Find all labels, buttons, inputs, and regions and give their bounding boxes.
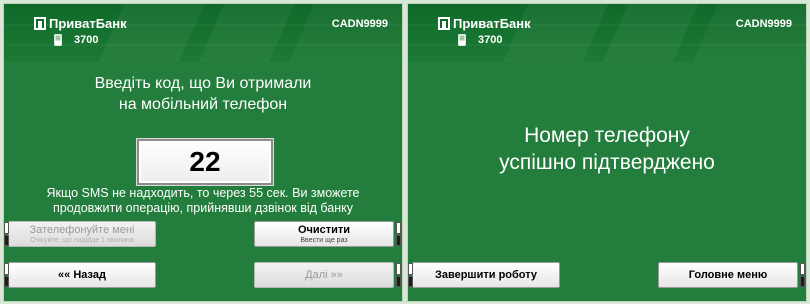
side-key-left-1[interactable] — [4, 222, 9, 246]
call-me-sublabel: Очікуйте, що надійде 1 хвилина — [30, 236, 134, 244]
main-menu-label: Головне меню — [688, 269, 768, 281]
code-prompt-line-1: Введіть код, що Ви отримали — [94, 75, 312, 92]
atm-screen-confirmation: ПриватБанк CADN9999 3700 Номер телефону … — [407, 3, 807, 302]
clear-label: Очистити — [297, 223, 351, 236]
side-key-left-2[interactable] — [408, 263, 413, 287]
support-phone-number: 3700 — [478, 34, 503, 46]
bank-logo: ПриватБанк — [438, 16, 531, 31]
mobile-phone-icon — [54, 34, 62, 46]
support-phone: 3700 — [458, 34, 502, 46]
main-menu-button[interactable]: Головне меню — [658, 262, 798, 288]
clear-button[interactable]: Очистити Ввести ще раз — [254, 221, 394, 247]
call-me-label: Зателефонуйте мені — [29, 223, 135, 236]
screen-body: Номер телефону успішно підтверджено Заве… — [408, 62, 806, 301]
call-me-button[interactable]: Зателефонуйте мені Очікуйте, що надійде … — [8, 221, 156, 247]
confirmation-message: Номер телефону успішно підтверджено — [408, 122, 806, 176]
terminal-id: CADN9999 — [735, 18, 792, 30]
code-prompt-line-2: на мобільний телефон — [118, 96, 288, 113]
side-key-right-2[interactable] — [800, 263, 805, 287]
side-key-right-1[interactable] — [396, 222, 401, 246]
sms-code-input[interactable]: 22 — [137, 139, 273, 185]
support-phone-number: 3700 — [74, 34, 99, 46]
support-phone: 3700 — [54, 34, 98, 46]
screen-header: ПриватБанк CADN9999 3700 — [408, 4, 806, 62]
header-stripes-decoration — [408, 4, 806, 62]
bank-name: ПриватБанк — [453, 16, 531, 31]
atm-screen-code-entry: ПриватБанк CADN9999 3700 Введіть код, що… — [3, 3, 403, 302]
next-button[interactable]: Далі »» — [254, 262, 394, 288]
mobile-phone-icon — [458, 34, 466, 46]
bank-logo: ПриватБанк — [34, 16, 127, 31]
back-button[interactable]: «« Назад — [8, 262, 156, 288]
code-prompt: Введіть код, що Ви отримали на мобільний… — [4, 73, 402, 115]
sms-note-line-2: продовжити операцію, прийнявши дзвінок в… — [53, 201, 353, 215]
sms-timeout-note: Якщо SMS не надходить, то через 55 сек. … — [4, 186, 402, 216]
side-key-right-2[interactable] — [396, 263, 401, 287]
finish-session-label: Завершити роботу — [434, 269, 538, 281]
privatbank-logo-icon — [34, 17, 46, 30]
confirmation-line-1: Номер телефону — [524, 124, 690, 147]
privatbank-logo-icon — [438, 17, 450, 30]
side-key-left-2[interactable] — [4, 263, 9, 287]
next-label: Далі »» — [305, 269, 343, 281]
header-stripes-decoration — [4, 4, 402, 62]
screen-body: Введіть код, що Ви отримали на мобільний… — [4, 62, 402, 301]
clear-sublabel: Ввести ще раз — [300, 236, 348, 244]
confirmation-line-2: успішно підтверджено — [499, 151, 715, 174]
screen-header: ПриватБанк CADN9999 3700 — [4, 4, 402, 62]
terminal-id: CADN9999 — [331, 18, 388, 30]
finish-session-button[interactable]: Завершити роботу — [412, 262, 560, 288]
bank-name: ПриватБанк — [49, 16, 127, 31]
back-label: «« Назад — [58, 269, 106, 281]
sms-note-line-1: Якщо SMS не надходить, то через 55 сек. … — [46, 186, 360, 200]
